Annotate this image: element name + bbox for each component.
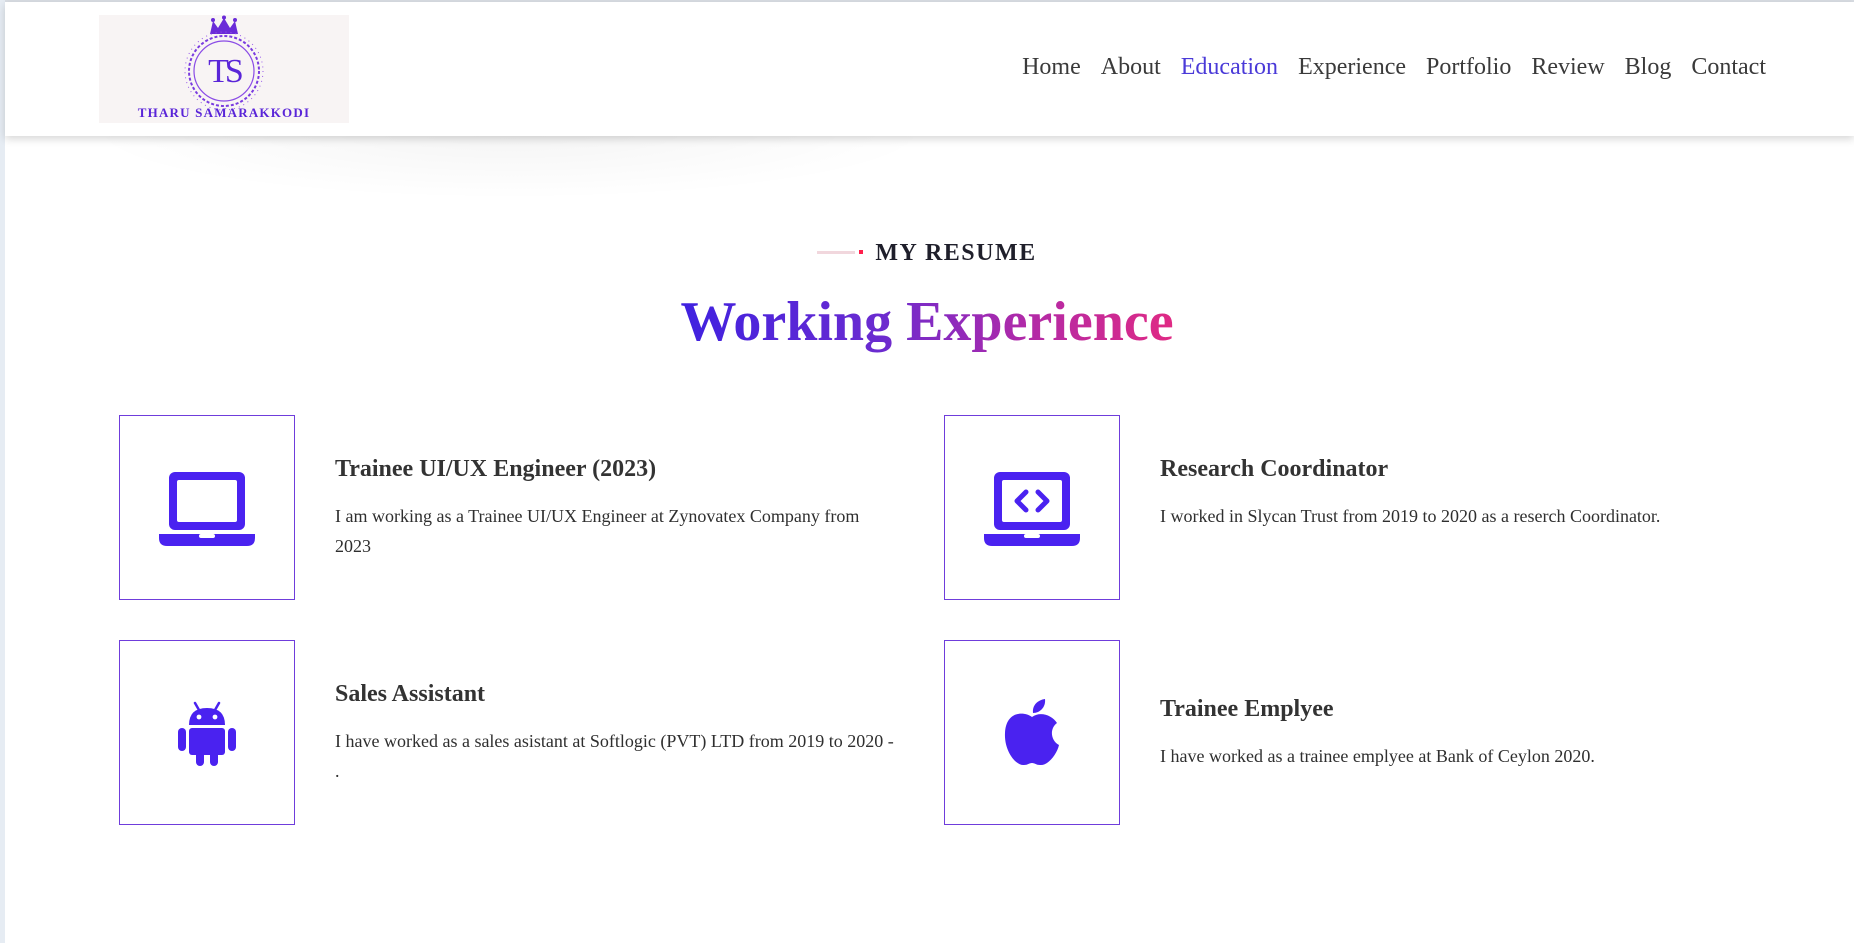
site-header: TS THARU SAMARAKKODI Home About Educatio… [5, 2, 1854, 136]
nav-portfolio[interactable]: Portfolio [1426, 54, 1511, 81]
experience-icon-box [944, 415, 1120, 600]
section-title-text: Working Experience [680, 291, 1174, 353]
experience-icon-box [119, 640, 295, 825]
experience-description: I have worked as a sales asistant at Sof… [335, 731, 894, 781]
nav-blog[interactable]: Blog [1625, 54, 1672, 81]
experience-title: Trainee UI/UX Engineer (2023) [335, 456, 657, 482]
nav-home[interactable]: Home [1022, 54, 1081, 81]
nav-review[interactable]: Review [1531, 54, 1604, 81]
nav-contact[interactable]: Contact [1691, 54, 1766, 81]
experience-description: I worked in Slycan Trust from 2019 to 20… [1160, 506, 1661, 526]
nav-experience[interactable]: Experience [1298, 54, 1406, 81]
code-laptop-icon [984, 471, 1080, 546]
nav-about[interactable]: About [1101, 54, 1161, 81]
experience-title: Sales Assistant [335, 681, 486, 707]
experience-description: I am working as a Trainee UI/UX Engineer… [335, 506, 860, 556]
experience-description: I have worked as a trainee emplyee at Ba… [1160, 746, 1595, 766]
logo[interactable]: TS THARU SAMARAKKODI [99, 15, 349, 123]
kicker-line [817, 251, 856, 254]
laptop-icon [159, 471, 255, 546]
section-kicker: MY RESUME [0, 240, 1854, 267]
main-nav: Home About Education Experience Portfoli… [1022, 54, 1766, 81]
logo-name: THARU SAMARAKKODI [137, 105, 311, 120]
kicker-dot [859, 250, 864, 254]
android-icon [178, 701, 236, 766]
experience-icon-box [944, 640, 1120, 825]
kicker-text: MY RESUME [875, 240, 1037, 266]
experience-title: Research Coordinator [1160, 456, 1389, 482]
window-left-border [0, 0, 5, 943]
logo-monogram: TS [208, 53, 244, 90]
header-shadow [80, 130, 940, 200]
apple-icon [1004, 698, 1059, 765]
section-title: Working Experience [0, 290, 1854, 354]
experience-title: Trainee Emplyee [1160, 696, 1334, 722]
experience-icon-box [119, 415, 295, 600]
nav-education[interactable]: Education [1181, 54, 1278, 81]
